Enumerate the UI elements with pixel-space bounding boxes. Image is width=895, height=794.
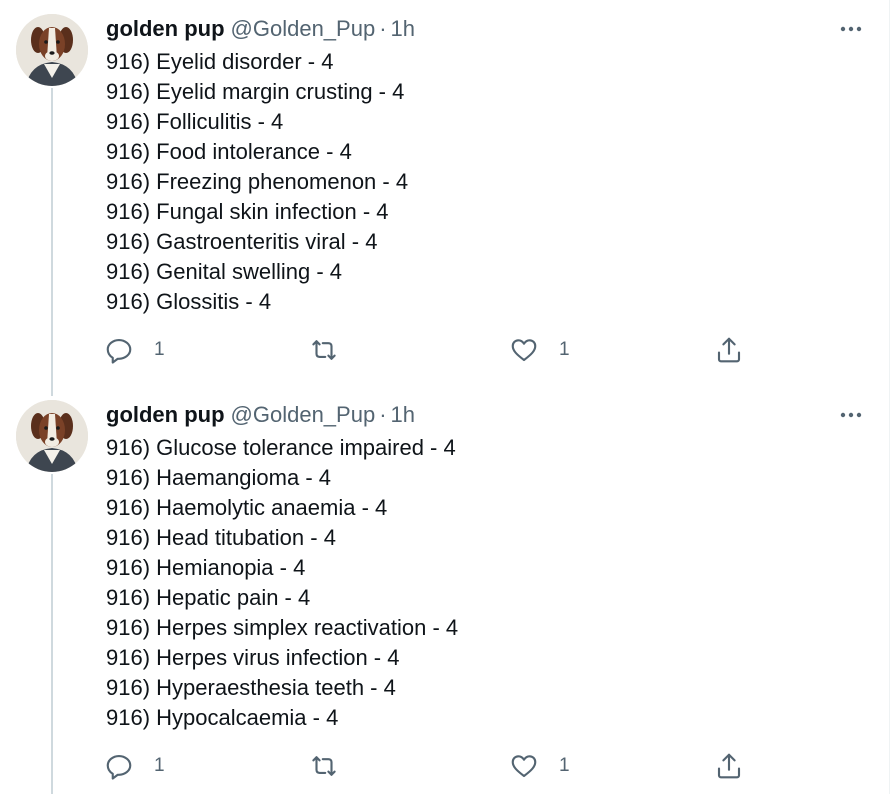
separator-dot: ·	[379, 16, 387, 41]
tweet-text: 916) Glucose tolerance impaired - 4 916)…	[106, 433, 458, 733]
tweet-line: 916) Folliculitis - 4	[106, 109, 284, 134]
share-button[interactable]	[714, 750, 744, 782]
tweet-line: 916) Freezing phenomenon - 4	[106, 169, 409, 194]
dog-avatar-icon[interactable]	[16, 400, 88, 472]
tweet-line: 916) Haemangioma - 4	[106, 465, 332, 490]
timestamp[interactable]: 1h	[391, 402, 415, 428]
tweet-line: 916) Eyelid margin crusting - 4	[106, 79, 405, 104]
tweet-header: golden pup @Golden_Pup · 1h	[106, 14, 415, 44]
tweet-line: 916) Head titubation - 4	[106, 525, 336, 550]
tweet-actions: 1 1	[104, 750, 754, 782]
reply-count: 1	[154, 339, 165, 360]
tweet-actions: 1 1	[104, 334, 754, 366]
retweet-icon	[312, 340, 336, 360]
timestamp[interactable]: 1h	[391, 16, 415, 42]
separator-dot: ·	[379, 402, 387, 427]
user-handle[interactable]: @Golden_Pup	[231, 402, 376, 428]
share-icon	[717, 337, 741, 363]
like-button[interactable]: 1	[509, 334, 570, 366]
tweet-line: 916) Herpes simplex reactivation - 4	[106, 615, 459, 640]
retweet-icon	[312, 756, 336, 776]
tweet-line: 916) Haemolytic anaemia - 4	[106, 495, 388, 520]
tweet-text: 916) Eyelid disorder - 4 916) Eyelid mar…	[106, 47, 408, 317]
tweet-line: 916) Glossitis - 4	[106, 289, 272, 314]
tweet-header: golden pup @Golden_Pup · 1h	[106, 400, 415, 430]
reply-icon	[106, 338, 132, 364]
tweet[interactable]: golden pup @Golden_Pup · 1h 916) Glucose…	[0, 386, 889, 794]
tweet-line: 916) Genital swelling - 4	[106, 259, 343, 284]
reply-count: 1	[154, 755, 165, 776]
tweet-line: 916) Gastroenteritis viral - 4	[106, 229, 378, 254]
more-button[interactable]	[834, 400, 868, 430]
share-icon	[717, 753, 741, 779]
like-icon	[511, 755, 537, 778]
tweet-line: 916) Glucose tolerance impaired - 4	[106, 435, 456, 460]
like-count: 1	[559, 339, 570, 360]
like-count: 1	[559, 755, 570, 776]
like-icon	[511, 339, 537, 362]
tweet-line: 916) Eyelid disorder - 4	[106, 49, 334, 74]
retweet-button[interactable]	[309, 750, 339, 782]
reply-button[interactable]: 1	[104, 334, 165, 366]
tweet[interactable]: golden pup @Golden_Pup · 1h 916) Eyelid …	[0, 0, 889, 386]
more-icon	[840, 26, 862, 32]
tweet-line: 916) Hepatic pain - 4	[106, 585, 311, 610]
tweet-line: 916) Herpes virus infection - 4	[106, 645, 400, 670]
dog-avatar-icon[interactable]	[16, 14, 88, 86]
display-name[interactable]: golden pup	[106, 402, 225, 428]
timeline: golden pup @Golden_Pup · 1h 916) Eyelid …	[0, 0, 895, 794]
tweet-line: 916) Hypocalcaemia - 4	[106, 705, 339, 730]
tweet-line: 916) Food intolerance - 4	[106, 139, 352, 164]
more-button[interactable]	[834, 14, 868, 44]
tweet-line: 916) Fungal skin infection - 4	[106, 199, 389, 224]
user-handle[interactable]: @Golden_Pup	[231, 16, 376, 42]
tweet-line: 916) Hemianopia - 4	[106, 555, 306, 580]
like-button[interactable]: 1	[509, 750, 570, 782]
timeline-border	[889, 0, 890, 794]
share-button[interactable]	[714, 334, 744, 366]
more-icon	[840, 412, 862, 418]
retweet-button[interactable]	[309, 334, 339, 366]
tweet-line: 916) Hyperaesthesia teeth - 4	[106, 675, 396, 700]
reply-button[interactable]: 1	[104, 750, 165, 782]
display-name[interactable]: golden pup	[106, 16, 225, 42]
reply-icon	[106, 754, 132, 780]
